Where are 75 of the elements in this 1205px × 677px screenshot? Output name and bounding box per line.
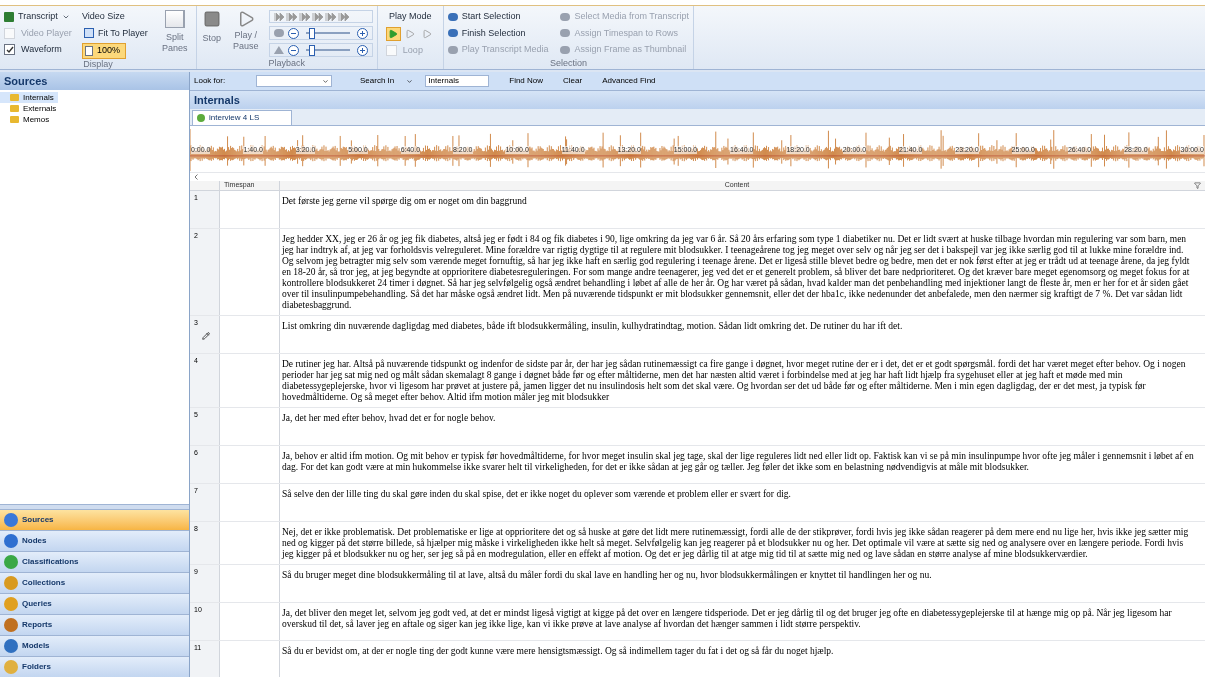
transcript-text: Så du bruger meget dine blodsukkermåling til at lave, altså du måler fordi du skal lave en handling her og nu, hvor blodsukkermålingen er knyttet til handlingen her og nu. <box>282 570 933 581</box>
transcript-text: Ja, behov er altid ifm motion. Og mit behov er typisk før hovedmåltiderne, for hvor meget insulin skal jeg tage, skal der lige reguleres lidt ned eller lidt op. Faktisk kan vi se på min insulinpumpe hvor ofte jeg måler i gennemsnit i løbet af en dag. For det kan godt være at min hukommelse ikke svarer helt til virkeligheden, for det er ikke sådan at jeg går og tæller. Jeg føler det ikke som en belastning nødvendigvis at måle mit blodsukker. <box>282 451 1195 473</box>
look-for-label: Look for: <box>194 75 227 87</box>
filter-icon[interactable] <box>1194 182 1201 189</box>
checkbox-label: Waveform <box>21 43 62 56</box>
transcript-text: List omkring din nuværende dagligdag med diabetes, både ift blodsukkermåling, insulin, kulhydratindtag, motion. Sådan lidt omkring det. De rutiner du har ift det. <box>282 321 904 332</box>
transcript-text: Det første jeg gerne vil spørge dig om er noget om din baggrund <box>282 196 528 207</box>
group-label: Display <box>82 58 114 69</box>
command-icon <box>447 45 458 54</box>
nav-button[interactable]: Queries <box>0 593 189 614</box>
sidebar-header: Sources <box>0 72 189 90</box>
pen-icon <box>202 331 210 340</box>
nav-button[interactable]: Nodes <box>0 530 189 551</box>
plus-icon[interactable] <box>356 27 368 39</box>
selection-button[interactable]: Finish Selection <box>447 25 549 42</box>
advanced-find-button[interactable]: Advanced Find <box>602 75 656 87</box>
play-mode-label: Play Mode <box>388 10 433 23</box>
command-icon <box>560 45 571 54</box>
slider-thumb[interactable] <box>308 27 315 39</box>
find-now-button[interactable]: Find Now <box>509 75 544 87</box>
group-label: Selection <box>548 58 588 69</box>
transcript-text: Så du er bevidst om, at der er nogle ting der godt kunne være mere hensigtsmæssigt. Og så indimellem tager du fat i det og så får du noget hjælp. <box>282 646 835 657</box>
stop-icon <box>202 10 221 28</box>
caret-icon <box>406 77 414 85</box>
command-icon <box>447 13 458 22</box>
nav-button[interactable]: Classifications <box>0 551 189 572</box>
command-icon <box>447 29 458 38</box>
transcript-button[interactable]: Transcript <box>4 10 74 24</box>
checkbox-label: Video Player <box>21 26 72 40</box>
video-size-label: Video Size <box>82 10 126 23</box>
minus-icon[interactable] <box>287 27 299 39</box>
command-icon <box>560 29 571 38</box>
clear-button[interactable]: Clear <box>563 75 583 87</box>
transcript-text: De rutiner jeg har. Altså på nuværende tidspunkt og indenfor de sidste par år, der har jeg sådan rutinemæssigt ca fire gange i døgnet, hvor meget rutine der er i det, det er et godt spørgsmål. fordi det har været meget efter behov. Og i nogen perioder har jeg sat mig ned og målt sådan skemalagt 8 gange i døgnet både før og efter måltiderne, men det har næsten altid været i forbindelse med at jeg har haft lidt hjælp fra sygehuset eller at jeg haft et møde med min diabetessygeplejerske, hvor vi ligesom har prøvet at justere på, jamen ligger det nu insulindosis helt som det skal være. Og hvordan ser det ud både før og efter måltiderne. Men i min egen dagligdag, der er det mest, ja typisk før hovedmåltiderne. Og så meget efter behov. Altid ifm motion måler jeg mit blodsukker <box>282 359 1187 403</box>
play-icon <box>388 28 399 39</box>
check-icon <box>5 45 14 54</box>
transcript-text: Ja, det her med efter behov, hvad det er for nogle behov. <box>282 413 497 424</box>
selection-button[interactable]: Start Selection <box>447 9 549 26</box>
nav-button[interactable]: Sources <box>0 509 189 530</box>
stop-button[interactable]: Stop <box>200 10 223 58</box>
plus-icon[interactable] <box>356 44 368 56</box>
zoom-button[interactable]: 100% <box>82 43 126 59</box>
tree-item[interactable]: Externals <box>0 103 61 114</box>
search-in-button[interactable]: Search In <box>360 75 395 87</box>
transcript-text: Så selve den der lille ting du skal gøre inden du skal spise, det er ikke noget du oplever som værende et problem eller er svært for dig. <box>282 489 792 500</box>
minus-icon[interactable] <box>287 44 299 56</box>
play-icon <box>405 28 416 39</box>
transcript-text: Ja, det bliver den meget let, selvom jeg godt ved, at det er mindst ligeså vigtigt at kigge på det over en længere tidsperiode. Det er jeg dårlig til og det bruger jeg ofte en diabetessygeplejerske til at hænge mig op på. Når jeg ligesom har overskud til det, så laver jeg en aftale og siger kan jeg ikke lige, kan vi ikke prøve at lave analyse af hvordan det hænger sammen i lidt større perspektiv. <box>282 608 1173 630</box>
tree-item[interactable]: Internals <box>0 92 58 103</box>
split-panes-icon <box>164 10 185 28</box>
nav-button[interactable]: Collections <box>0 572 189 593</box>
fit-to-player-button[interactable]: Fit To Player <box>82 26 150 40</box>
look-for-field[interactable] <box>256 75 332 87</box>
document-tab[interactable]: interview 4 LS <box>192 110 292 125</box>
play-pause-button[interactable]: Play / Pause <box>230 10 261 58</box>
nav-button[interactable]: Reports <box>0 614 189 635</box>
group-label: Playback <box>267 58 307 69</box>
command-icon <box>560 13 571 22</box>
page-icon <box>85 45 93 56</box>
caret-icon <box>322 77 329 85</box>
search-scope-field[interactable]: Internals <box>425 75 490 87</box>
fit-icon <box>84 28 94 39</box>
tree-item[interactable]: Memos <box>0 114 54 125</box>
transcript-text: Nej, det er ikke problematisk. Det problematiske er lige at opprioritere det og så huske at gøre det lidt mere rutinemæssigt, fordi alle de der stikprøver, fordi hvis jeg ikke sådan reagerer på dem mere end nu lige her, hvis ikke jeg sætter mig ned og kigger på det større billede, så hjælper mig måske i virkeligheden ikke helt så meget. Selvfølgelig kan jeg reagerer på et blodsukker nu og her. Det optimale vil være at sætte sig ned og analysere over en længere periode. Fordi hvis jeg kigger på et blodsukker nu og her, ser jeg så på en modregulation, eller en effekt af motion. Og det er jeg dårlig til at atge mig tid til at sætte mig ned og lave sådan en større analyse af mine blodsukkerværdier. <box>282 527 1190 560</box>
slider-thumb[interactable] <box>308 44 315 56</box>
play-icon <box>422 28 433 39</box>
checkbox[interactable] <box>4 44 15 56</box>
checkbox-label: Loop <box>402 43 423 57</box>
transcript-text: Jeg hedder XX, jeg er 26 år og jeg fik diabetes, altså jeg er født i 84 og fik diabetes i 90, lige omkring da jeg var 6 år. Så 20 års erfaring som type 1 diabetiker nu. Det er lidt svært at huske tilbage hvordan min regulering var som barn, men jeg har indtryk af, at jeg var forholdsvis velreguleret. Mine forældre var rigtig dygtige til at regulere mit blodsukker. I teenageårene tog jeg meget over selv og når jeg ser det i bakspejl var jeg ikke særlig god til at lukke mine forældre ind. Og selvom jeg betragter mig selv som værende meget fornuftig, så har jeg ikke haft en særlig god regulering i teenage årene. Det er ligeså stille blevet bedre og bedre, men det er nok først efter at jeg er trådt ud at teenage årene, da jeg fyldt en 18-20 år, så tror jeg, at jeg begyndte at opprioritere diabetesreguleringen. For som mange andre teenagerer, jeg ved det er et generelt problem, så bliver det bare nedprioriteret. Og det kræver bare meget egenomsorg og meget fokus for at kontrollere blodsukkeret 24 timer i døgnet. Så har jeg selvfølgelig også ændret behandling i løbet af alle de her år. Og har været på sådan, hvad kalder man det penbehandling med injektioner langt de fleste år, men er her for et år siden gået over til insulinpumpebehandling. Så det har måske også ændret lidt. Men på nuværende tidspunkt er mit blodsukker gennemsnit, eller det der hba1c, ikke nedenunder det anbefalede, men den nærmer sig kraftigt de 7 %. Det var sådan lidt diabetesbaggrund. <box>282 234 1191 311</box>
split-panes-button[interactable]: Split Panes <box>157 10 192 59</box>
panel-header: Internals <box>190 91 1205 109</box>
nav-button[interactable]: Models <box>0 635 189 656</box>
play-mode-button[interactable] <box>385 26 401 41</box>
scroll-left-icon[interactable] <box>194 174 198 180</box>
nav-button[interactable]: Folders <box>0 656 189 677</box>
